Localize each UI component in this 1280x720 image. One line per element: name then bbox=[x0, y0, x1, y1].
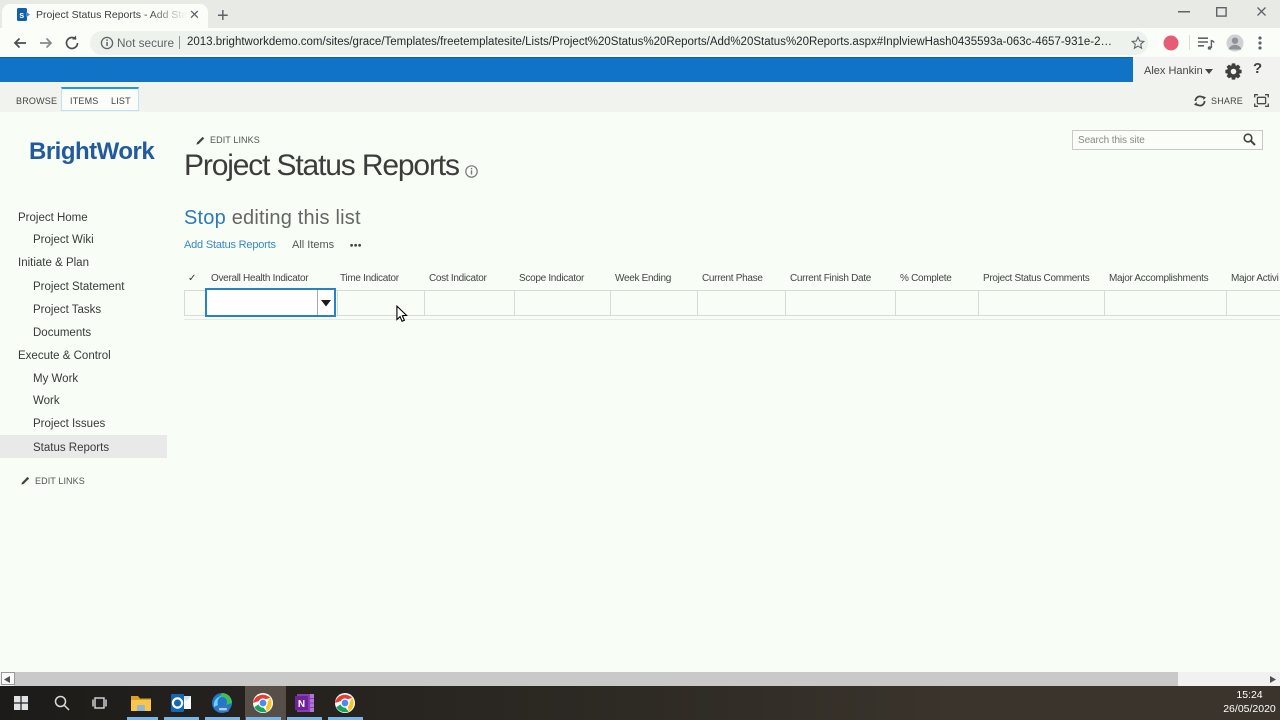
svg-text:N: N bbox=[298, 699, 305, 710]
svg-text:s: s bbox=[19, 10, 24, 20]
